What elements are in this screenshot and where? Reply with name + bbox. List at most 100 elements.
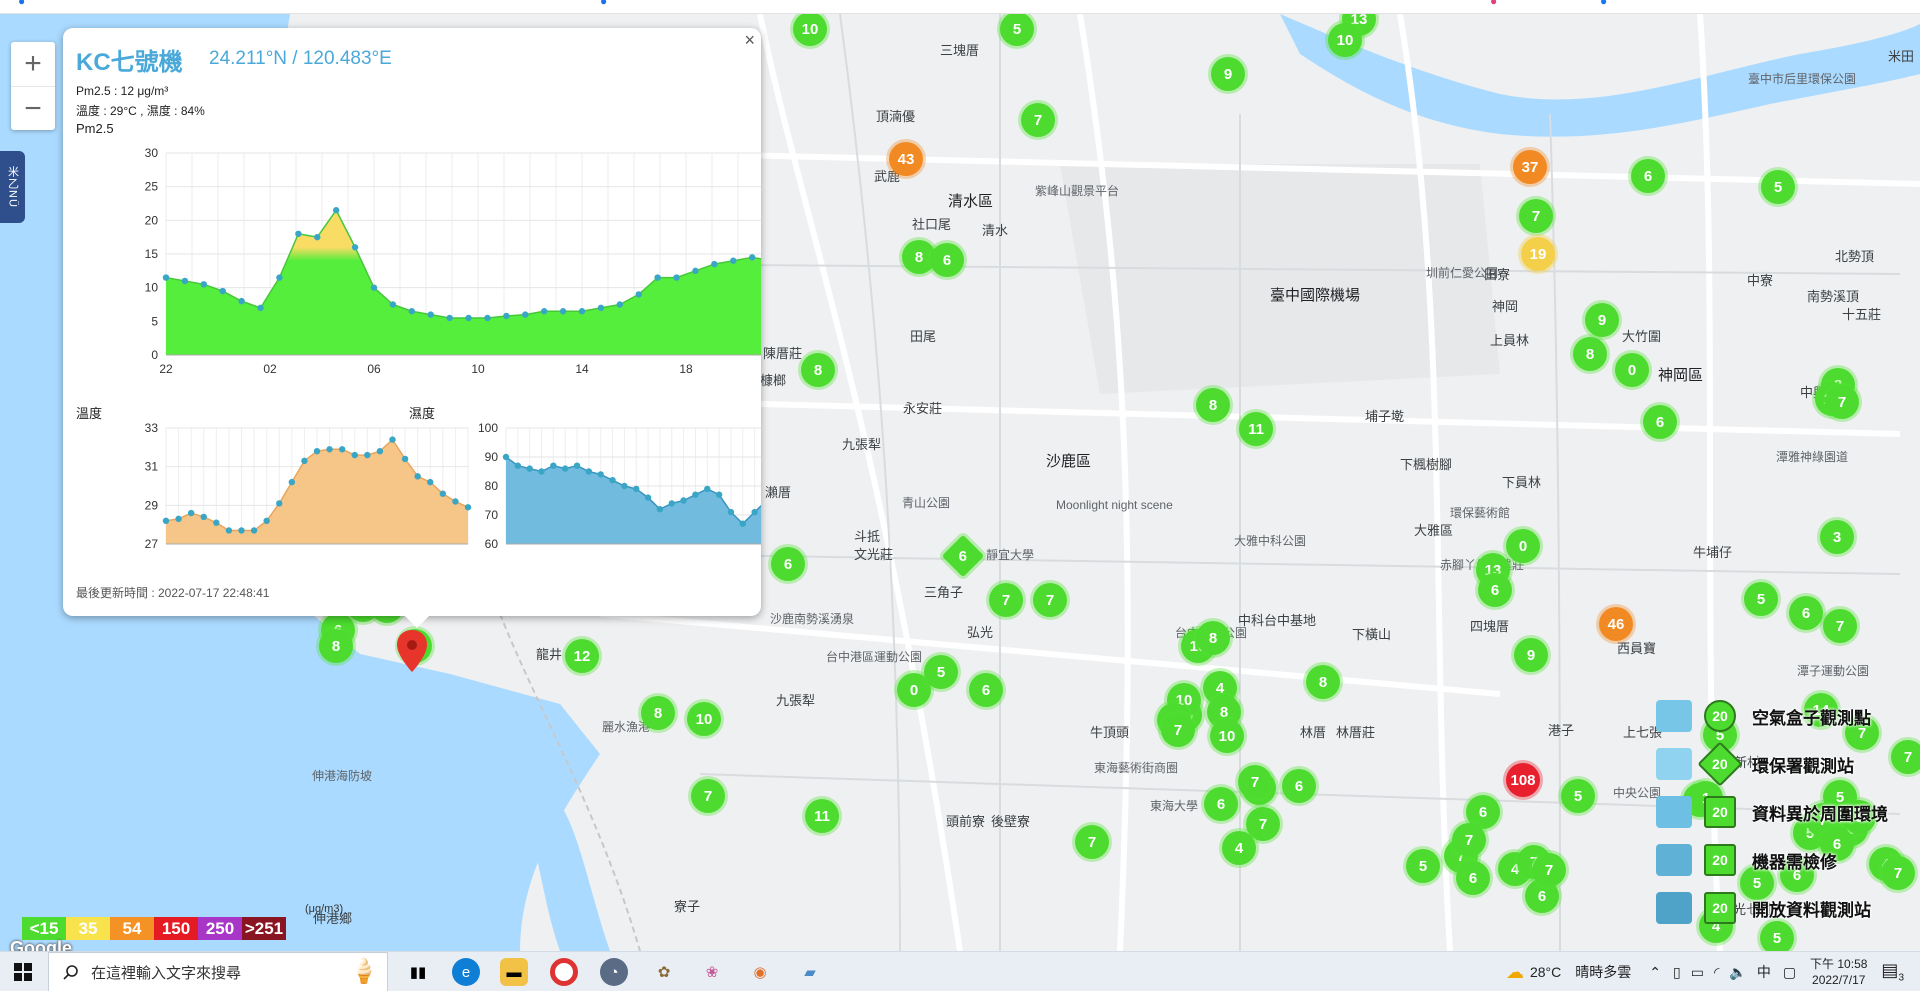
airbox-marker[interactable]: 8 — [1306, 665, 1340, 699]
airbox-marker[interactable]: 6 — [969, 673, 1003, 707]
airbox-marker[interactable]: 10 — [1328, 23, 1362, 57]
app-icon[interactable]: ❀ — [698, 958, 726, 986]
aqi-bin: 250 — [198, 917, 242, 940]
chevron-up-icon[interactable]: ⌃ — [1649, 964, 1661, 981]
airbox-marker[interactable]: 7 — [1891, 740, 1920, 774]
airbox-marker[interactable]: 0 — [1615, 353, 1649, 387]
weather-temperature[interactable]: 28°C — [1530, 964, 1561, 980]
volume-icon[interactable]: 🔈 — [1729, 964, 1746, 981]
airbox-marker[interactable]: 7 — [989, 583, 1023, 617]
blender-icon[interactable]: ◉ — [746, 958, 774, 986]
notification-icon[interactable]: ▤3 — [1881, 960, 1904, 984]
task-view-icon[interactable]: ▮▮ — [404, 958, 432, 986]
airbox-marker[interactable]: 5 — [1561, 779, 1595, 813]
side-tab[interactable]: 米乙NÜ — [0, 151, 25, 223]
bookmark-icon[interactable]: ● — [1490, 0, 1497, 8]
battery-icon[interactable]: ▭ — [1691, 964, 1704, 981]
airbox-marker[interactable]: 5 — [924, 655, 958, 689]
airbox-marker[interactable]: 8 — [641, 696, 675, 730]
airbox-marker[interactable]: 43 — [889, 142, 923, 176]
bookmark-icon[interactable]: ● — [600, 0, 607, 8]
y-tick-label: 15 — [145, 247, 159, 261]
airbox-marker[interactable]: 8 — [1573, 337, 1607, 371]
airbox-marker[interactable]: 8 — [1196, 388, 1230, 422]
map[interactable]: 清水區 沙鹿區 神岡區 臺中國際機場 三塊厝 頂湳優 武鹿 社口尾 清水 紫峰山觀景平台 田尾 永安莊… — [0, 14, 1920, 951]
ime-indicator[interactable]: 中 — [1757, 962, 1771, 982]
airbox-marker[interactable]: 6 — [1789, 596, 1823, 630]
place-label: 潭子運動公園 — [1797, 664, 1870, 678]
clock[interactable]: 下午 10:58 2022/7/17 — [1810, 956, 1867, 988]
data-point — [668, 500, 675, 507]
y-tick-label: 60 — [485, 537, 499, 551]
airbox-marker[interactable]: 11 — [805, 799, 839, 833]
airbox-marker[interactable]: 7 — [1021, 103, 1055, 137]
zoom-control: + − — [11, 42, 55, 130]
data-point — [187, 509, 195, 517]
taskbar-search-input[interactable]: 在這裡輸入文字來搜尋 🍦 — [48, 952, 388, 991]
zoom-in-button[interactable]: + — [11, 42, 55, 86]
airbox-marker[interactable]: 6 — [771, 547, 805, 581]
legend-category-icon — [1656, 748, 1692, 780]
airbox-marker[interactable]: 12 — [565, 639, 599, 673]
airbox-marker[interactable]: 4 — [1222, 831, 1256, 865]
airbox-marker[interactable]: 7 — [1532, 853, 1566, 887]
bookmark-icon[interactable]: ● — [1600, 0, 1607, 8]
airbox-marker[interactable]: 37 — [1513, 150, 1547, 184]
airbox-marker[interactable]: 108 — [1506, 763, 1540, 797]
airbox-marker[interactable]: 6 — [1204, 787, 1238, 821]
airbox-marker[interactable]: 7 — [1161, 713, 1195, 747]
chrome-icon[interactable] — [550, 958, 578, 986]
airbox-marker[interactable]: 8 — [1196, 621, 1230, 655]
ime-mode-icon[interactable]: ▢ — [1783, 964, 1796, 981]
airbox-marker[interactable]: 6 — [1478, 573, 1512, 607]
weather-icon[interactable]: ☁ — [1506, 962, 1524, 983]
airbox-marker[interactable]: 19 — [1521, 237, 1555, 271]
selected-location-pin-icon[interactable] — [397, 630, 427, 672]
airbox-marker[interactable]: 8 — [801, 353, 835, 387]
app-icon[interactable]: ▰ — [796, 958, 824, 986]
airbox-marker[interactable]: 7 — [691, 779, 725, 813]
airbox-marker[interactable]: 46 — [1599, 607, 1633, 641]
file-explorer-icon[interactable]: ▬ — [500, 958, 528, 986]
airbox-marker[interactable]: 6 — [1631, 159, 1665, 193]
airbox-marker[interactable]: 6 — [930, 243, 964, 277]
y-tick-label: 10 — [145, 281, 159, 295]
airbox-marker[interactable]: 9 — [1585, 303, 1619, 337]
airbox-marker[interactable]: 7 — [1075, 825, 1109, 859]
airbox-marker[interactable]: 7 — [1033, 583, 1067, 617]
data-point — [446, 314, 453, 322]
airbox-marker[interactable]: 7 — [1519, 199, 1553, 233]
device-icon[interactable]: ▯ — [1673, 964, 1681, 981]
zoom-out-button[interactable]: − — [11, 86, 55, 130]
airbox-marker[interactable]: 9 — [1211, 57, 1245, 91]
airbox-marker[interactable]: 9 — [1514, 638, 1548, 672]
wifi-icon[interactable]: ◜ — [1714, 964, 1719, 981]
place-label: 三角子 — [924, 585, 964, 600]
airbox-marker[interactable]: 10 — [687, 702, 721, 736]
airbox-marker[interactable]: 7 — [1823, 609, 1857, 643]
data-point — [559, 308, 567, 315]
app-icon[interactable]: ✿ — [650, 958, 678, 986]
airbox-marker[interactable]: 8 — [319, 629, 353, 663]
windows-start-button[interactable] — [0, 952, 46, 991]
airbox-marker[interactable]: 10 — [1210, 719, 1244, 753]
airbox-marker[interactable]: 6 — [1643, 405, 1677, 439]
airbox-marker[interactable]: 0 — [1506, 529, 1540, 563]
data-point — [644, 494, 652, 501]
airbox-marker[interactable]: 6 — [1456, 861, 1490, 895]
airbox-marker[interactable]: 5 — [1406, 849, 1440, 883]
airbox-marker[interactable]: 7 — [1238, 765, 1272, 799]
airbox-marker[interactable]: 5 — [1761, 170, 1795, 204]
airbox-marker[interactable]: 6 — [1282, 769, 1316, 803]
airbox-marker[interactable]: 5 — [1744, 582, 1778, 616]
airbox-marker[interactable]: 11 — [1239, 412, 1273, 446]
weather-description[interactable]: 晴時多雲 — [1575, 962, 1631, 982]
airbox-marker[interactable]: 7 — [1825, 385, 1859, 419]
airbox-marker[interactable]: 3 — [1820, 520, 1854, 554]
edge-icon[interactable]: e — [452, 958, 480, 986]
airbox-marker[interactable]: 7 — [1452, 823, 1486, 857]
bookmark-icon[interactable]: ● — [18, 0, 25, 8]
airbox-marker[interactable]: 7 — [1881, 856, 1915, 890]
place-label: 沙鹿區 — [1046, 453, 1092, 470]
app-icon[interactable]: ◔ — [600, 958, 628, 986]
